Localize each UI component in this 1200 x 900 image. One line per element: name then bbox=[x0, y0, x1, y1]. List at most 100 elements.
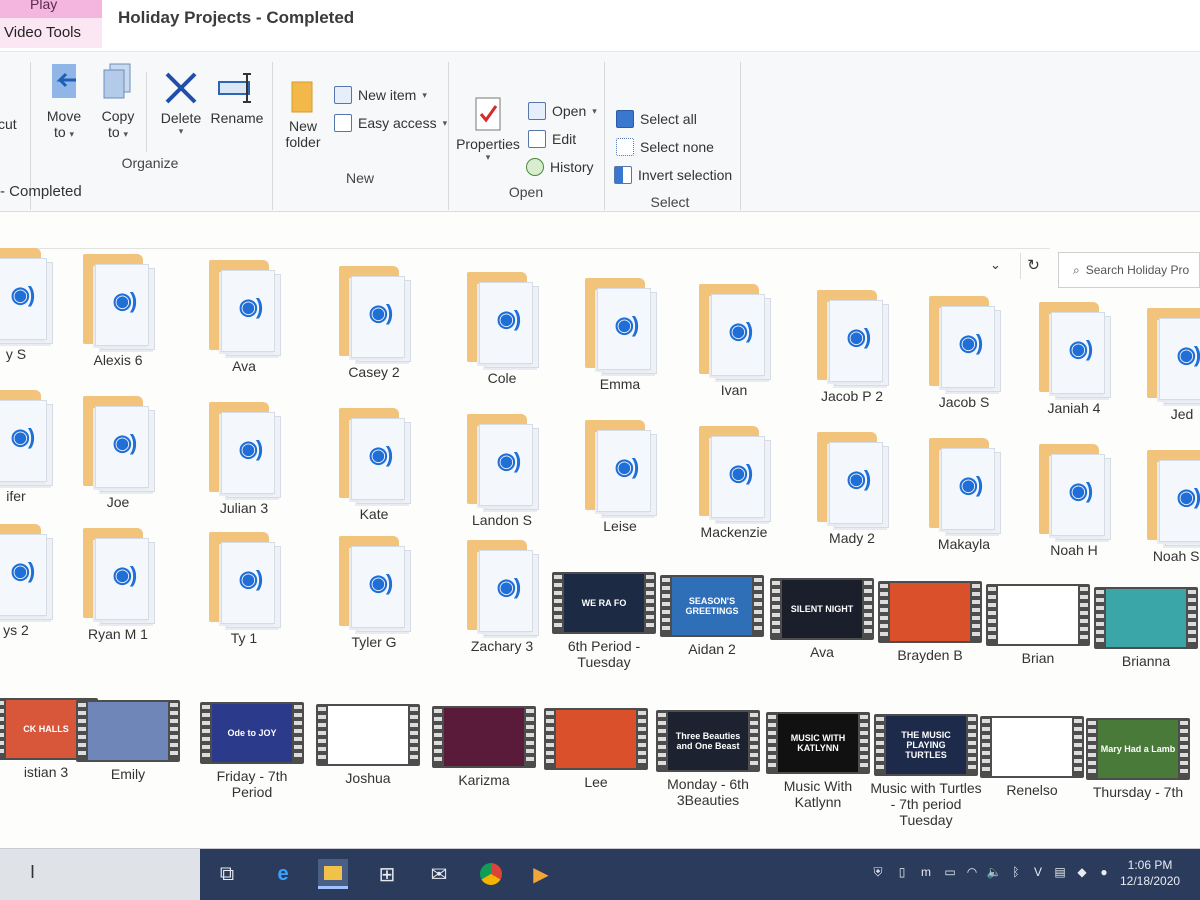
open-button[interactable]: Open ▾ bbox=[528, 102, 597, 120]
edit-button[interactable]: Edit bbox=[528, 130, 576, 148]
video-item[interactable]: Joshua bbox=[312, 704, 424, 786]
meraki-icon[interactable]: m bbox=[918, 865, 934, 881]
new-folder-label-2: folder bbox=[285, 134, 321, 150]
search-input[interactable]: ⌕ Search Holiday Pro bbox=[1058, 252, 1200, 288]
video-tools-context-tab[interactable]: Play Video Tools bbox=[0, 0, 102, 48]
folder-item[interactable]: ◉) Cole bbox=[446, 270, 558, 386]
video-thumbnail bbox=[986, 584, 1090, 646]
folder-item[interactable]: ◉) Zachary 3 bbox=[446, 538, 558, 654]
volume-icon[interactable]: 🔈 bbox=[986, 865, 1002, 881]
network-icon[interactable]: ◠ bbox=[964, 865, 980, 881]
delete-button[interactable]: Delete ▾ bbox=[154, 70, 208, 137]
folder-item[interactable]: ◉) Ty 1 bbox=[188, 530, 300, 646]
video-item[interactable]: Mary Had a Lamb Thursday - 7th bbox=[1082, 718, 1194, 800]
easy-access-button[interactable]: Easy access ▾ bbox=[334, 114, 447, 132]
folder-icon: ◉) bbox=[335, 534, 413, 632]
video-editor-icon[interactable]: ▶ bbox=[526, 859, 556, 889]
invert-selection-button[interactable]: Invert selection bbox=[614, 166, 732, 184]
new-item-label: New item bbox=[358, 87, 417, 103]
task-view-icon[interactable]: ⧉ bbox=[212, 859, 242, 889]
folder-item[interactable]: ◉) Noah S 4 bbox=[1126, 448, 1200, 564]
breadcrumb[interactable]: - Completed bbox=[0, 183, 82, 200]
copy-to-button[interactable]: Copy to ▾ bbox=[94, 62, 142, 140]
properties-button[interactable]: Properties ▾ bbox=[454, 96, 522, 163]
folder-item[interactable]: ◉) Joe bbox=[62, 394, 174, 510]
security-shield-icon[interactable]: ⛨ bbox=[870, 865, 886, 881]
edge-icon[interactable]: e bbox=[268, 859, 298, 889]
delete-label: Delete bbox=[160, 110, 202, 126]
folder-item[interactable]: ◉) Mady 2 bbox=[796, 430, 908, 546]
folder-item[interactable]: ◉) Julian 3 bbox=[188, 400, 300, 516]
video-item[interactable]: Lee bbox=[540, 708, 652, 790]
video-frame bbox=[328, 706, 408, 764]
refresh-icon[interactable]: ↻ bbox=[1020, 253, 1046, 279]
folder-item[interactable]: ◉) Kate bbox=[318, 406, 430, 522]
ribbon: cut Move to ▾ Copy to ▾ Delete ▾ Rename … bbox=[0, 52, 1200, 212]
move-to-button[interactable]: Move to ▾ bbox=[36, 62, 92, 140]
folder-item[interactable]: ◉) Landon S bbox=[446, 412, 558, 528]
usb-icon[interactable]: ▯ bbox=[894, 865, 910, 881]
folder-item[interactable]: ◉) Tyler G bbox=[318, 534, 430, 650]
folder-icon: ◉) bbox=[79, 526, 157, 624]
folder-item[interactable]: ◉) Alexis 6 bbox=[62, 252, 174, 368]
clock[interactable]: 1:06 PM 12/18/2020 bbox=[1120, 857, 1180, 889]
open-label: Open bbox=[552, 103, 587, 119]
invert-selection-icon bbox=[614, 166, 632, 184]
video-label: Ava bbox=[810, 644, 834, 660]
file-explorer-icon[interactable] bbox=[318, 859, 348, 889]
folder-item[interactable]: ◉) Makayla bbox=[908, 436, 1020, 552]
folder-icon: ◉) bbox=[205, 530, 283, 628]
folder-item[interactable]: ◉) Jed bbox=[1126, 306, 1200, 422]
mail-icon[interactable]: ✉ bbox=[424, 859, 454, 889]
video-item[interactable]: Renelso bbox=[976, 716, 1088, 798]
folder-item[interactable]: ◉) Noah H bbox=[1018, 442, 1130, 558]
folder-item[interactable]: ◉) Janiah 4 bbox=[1018, 300, 1130, 416]
history-button[interactable]: History bbox=[526, 158, 594, 176]
folder-item[interactable]: ◉) Casey 2 bbox=[318, 264, 430, 380]
folder-item[interactable]: ◉) Ryan M 1 bbox=[62, 526, 174, 642]
chrome-icon[interactable] bbox=[476, 859, 506, 889]
tray-app-icon[interactable]: ◆ bbox=[1074, 865, 1090, 881]
chevron-down-icon[interactable]: ⌄ bbox=[990, 257, 1001, 273]
folder-item[interactable]: ◉) Jacob S bbox=[908, 294, 1020, 410]
select-none-icon bbox=[616, 138, 634, 156]
video-item[interactable]: Three Beauties and One Beast Monday - 6th… bbox=[652, 710, 764, 808]
video-item[interactable]: Brian bbox=[982, 584, 1094, 666]
video-item[interactable]: WE RA FO 6th Period - Tuesday bbox=[548, 572, 660, 670]
select-all-button[interactable]: Select all bbox=[616, 110, 697, 128]
folder-item[interactable]: ◉) Ava bbox=[188, 258, 300, 374]
edit-label: Edit bbox=[552, 131, 577, 147]
video-frame: Ode to JOY bbox=[212, 704, 292, 762]
new-item-button[interactable]: New item ▾ bbox=[334, 86, 427, 104]
chrome-tray-icon[interactable]: ● bbox=[1096, 865, 1112, 881]
store-icon[interactable]: ⊞ bbox=[372, 859, 402, 889]
notes-tray-icon[interactable]: ▤ bbox=[1052, 865, 1068, 881]
cut-button[interactable]: cut bbox=[0, 116, 17, 132]
folder-label: Noah H bbox=[1050, 542, 1098, 558]
history-label: History bbox=[550, 159, 594, 175]
folder-item[interactable]: ◉) Leise bbox=[564, 418, 676, 534]
rename-button[interactable]: Rename bbox=[208, 70, 266, 126]
folder-label: Julian 3 bbox=[219, 500, 269, 516]
play-tab-label[interactable]: Play bbox=[30, 0, 57, 12]
video-item[interactable]: Brianna bbox=[1090, 587, 1200, 669]
video-item[interactable]: SILENT NIGHT Ava bbox=[766, 578, 878, 660]
select-none-button[interactable]: Select none bbox=[616, 138, 714, 156]
new-folder-button[interactable]: New folder bbox=[280, 80, 326, 150]
video-item[interactable]: Brayden B bbox=[874, 581, 986, 663]
battery-icon[interactable]: ▭ bbox=[942, 865, 958, 881]
video-thumbnail bbox=[1094, 587, 1198, 649]
bluetooth-icon[interactable]: ᛒ bbox=[1008, 865, 1024, 881]
folder-item[interactable]: ◉) Ivan bbox=[678, 282, 790, 398]
video-item[interactable]: Ode to JOY Friday - 7th Period bbox=[196, 702, 308, 800]
video-item[interactable]: Karizma bbox=[428, 706, 540, 788]
video-item[interactable]: MUSIC WITH KATLYNN Music With Katlynn bbox=[762, 712, 874, 810]
history-icon bbox=[526, 158, 544, 176]
folder-item[interactable]: ◉) Jacob P 2 bbox=[796, 288, 908, 404]
video-item[interactable]: Emily bbox=[72, 700, 184, 782]
folder-item[interactable]: ◉) Mackenzie bbox=[678, 424, 790, 540]
video-item[interactable]: SEASON'S GREETINGS Aidan 2 bbox=[656, 575, 768, 657]
video-item[interactable]: THE MUSIC PLAYING TURTLES Music with Turt… bbox=[870, 714, 982, 828]
app-tray-icon[interactable]: V bbox=[1030, 865, 1046, 881]
folder-item[interactable]: ◉) Emma bbox=[564, 276, 676, 392]
